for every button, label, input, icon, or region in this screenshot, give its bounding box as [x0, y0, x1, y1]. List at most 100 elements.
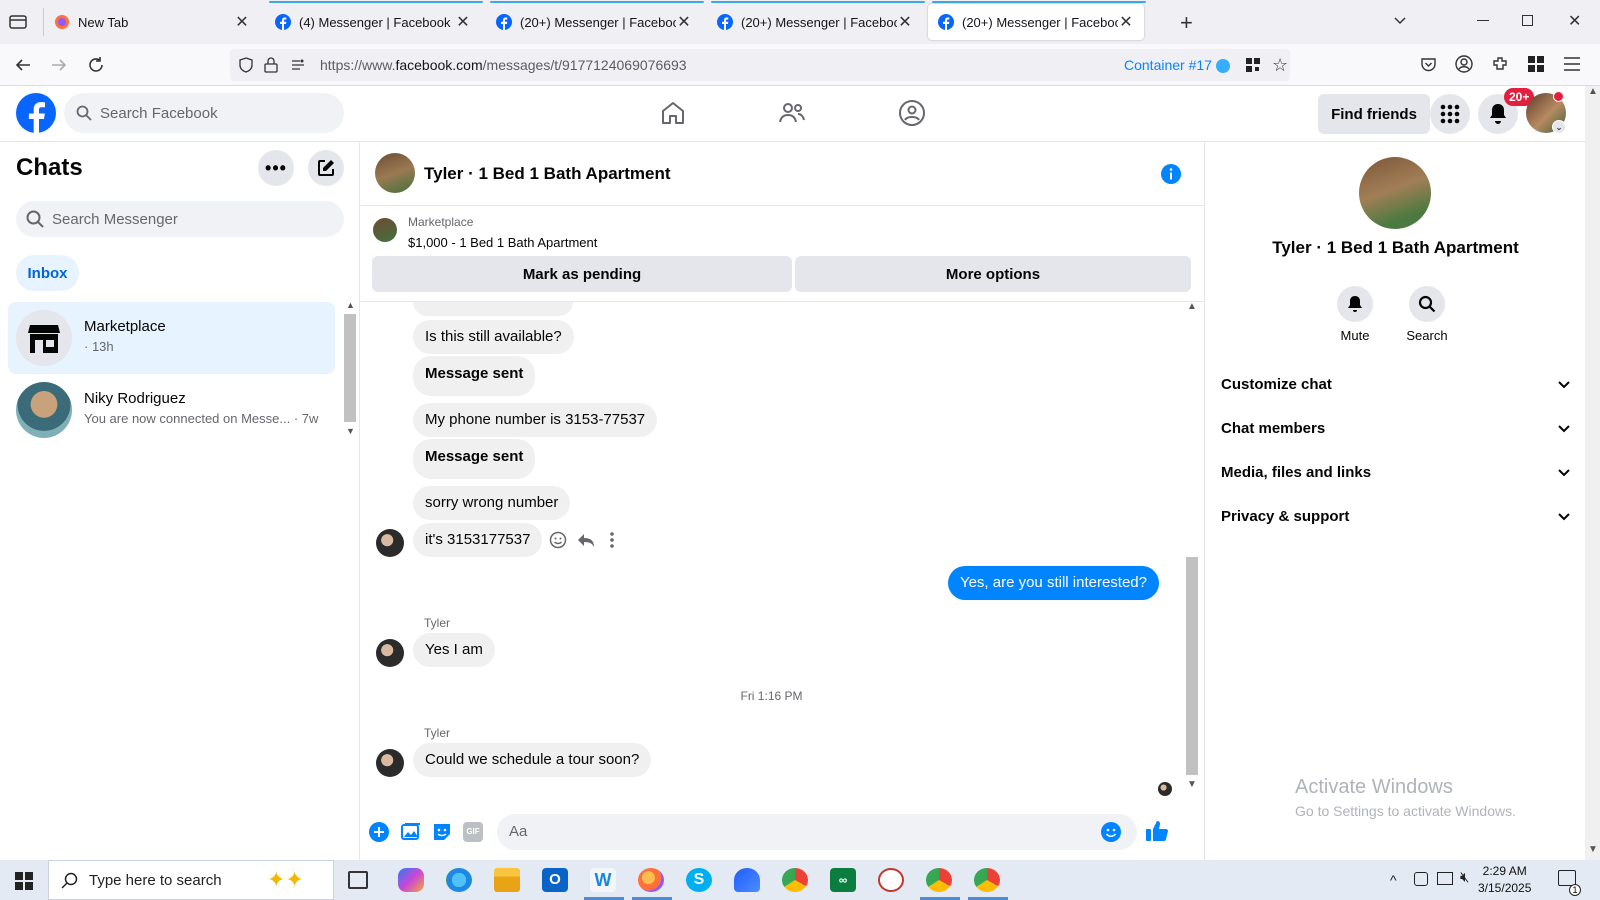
word-app-icon[interactable]: W — [590, 868, 616, 892]
chrome-profile-r-icon[interactable] — [974, 868, 1000, 892]
info-icon[interactable] — [1161, 164, 1181, 184]
pocket-icon[interactable] — [1420, 56, 1437, 73]
plus-circle-icon[interactable] — [369, 822, 389, 842]
friends-icon[interactable] — [778, 100, 806, 126]
nordvpn-icon[interactable] — [734, 868, 760, 892]
tab-messenger-active[interactable]: (20+) Messenger | Facebook ✕ — [928, 4, 1144, 40]
listing-title[interactable]: $1,000 - 1 Bed 1 Bath Apartment — [408, 235, 597, 250]
windows-start-icon[interactable] — [15, 872, 33, 890]
task-view-icon[interactable] — [348, 871, 368, 889]
minimize-icon[interactable] — [1477, 20, 1489, 21]
conversation-avatar[interactable] — [375, 153, 415, 193]
more-vertical-icon[interactable] — [609, 531, 615, 549]
message-bubble[interactable]: My phone number is 3153-77537 — [413, 403, 658, 437]
apps-grid-icon[interactable] — [1528, 56, 1544, 72]
facebook-search-input[interactable]: Search Facebook — [64, 93, 344, 133]
message-bubble[interactable]: Message sent — [413, 439, 536, 479]
inbox-tab[interactable]: Inbox — [16, 255, 79, 291]
close-icon[interactable]: ✕ — [234, 12, 250, 32]
chat-item-marketplace[interactable]: Marketplace · 13h — [8, 302, 335, 374]
section-customize-chat[interactable]: Customize chat — [1221, 362, 1571, 406]
groups-icon[interactable] — [898, 99, 926, 127]
chat-item-niky-rodriguez[interactable]: Niky Rodriguez You are now connected on … — [8, 374, 335, 446]
messenger-search-input[interactable]: Search Messenger — [16, 201, 344, 237]
close-icon[interactable]: ✕ — [897, 12, 913, 32]
lock-icon[interactable] — [264, 57, 278, 73]
conversation-large-avatar[interactable] — [1359, 157, 1431, 229]
taskbar-search-input[interactable]: Type here to search ✦✦ — [48, 860, 334, 900]
search-action[interactable]: Search — [1397, 286, 1457, 343]
reply-icon[interactable] — [577, 531, 595, 549]
tab-messenger-3[interactable]: (20+) Messenger | Facebook ✕ — [707, 4, 923, 40]
message-bubble-outgoing[interactable]: Yes, are you still interested? — [947, 566, 1159, 600]
more-options-button[interactable]: More options — [795, 256, 1191, 292]
react-emoji-icon[interactable] — [549, 531, 567, 549]
edge-icon[interactable] — [446, 868, 472, 892]
page-scrollbar[interactable]: ▲ ▼ — [1585, 86, 1600, 860]
meet-now-icon[interactable] — [1414, 872, 1428, 886]
find-friends-button[interactable]: Find friends — [1318, 94, 1430, 134]
menu-grid-button[interactable] — [1430, 94, 1470, 134]
message-input[interactable]: Aa — [497, 814, 1137, 850]
volume-muted-icon[interactable]: 🔇︎ — [1460, 869, 1469, 886]
mute-action[interactable]: Mute — [1325, 286, 1385, 343]
chrome-icon[interactable] — [782, 868, 808, 892]
show-hidden-icons-chevron-icon[interactable]: ^ — [1390, 872, 1397, 888]
outlook-icon[interactable]: O — [542, 868, 568, 892]
thumbs-up-icon[interactable] — [1145, 820, 1169, 842]
section-chat-members[interactable]: Chat members — [1221, 406, 1571, 450]
container-label[interactable]: Container #17 — [1124, 57, 1212, 73]
back-arrow-icon[interactable] — [14, 56, 32, 74]
restore-icon[interactable] — [1522, 15, 1533, 26]
new-message-button[interactable] — [308, 150, 344, 186]
tab-messenger-2[interactable]: (20+) Messenger | Facebook ✕ — [486, 4, 702, 40]
section-privacy-support[interactable]: Privacy & support — [1221, 494, 1571, 538]
message-bubble[interactable]: sorry wrong number — [413, 486, 571, 520]
system-clock[interactable]: 2:29 AM 3/15/2025 — [1478, 863, 1531, 897]
mark-as-pending-button[interactable]: Mark as pending — [372, 256, 792, 292]
firefox-icon[interactable] — [638, 868, 664, 892]
gif-icon[interactable]: GIF — [463, 822, 483, 842]
home-icon[interactable] — [660, 100, 686, 126]
account-icon[interactable] — [1455, 55, 1473, 73]
account-chevron-icon[interactable]: ⌄ — [1552, 120, 1566, 134]
tab-new-tab[interactable]: New Tab ✕ — [44, 4, 260, 40]
message-bubble[interactable]: Is this still available? — [413, 320, 574, 354]
facebook-logo-icon[interactable] — [16, 93, 56, 133]
chrome-profile-gm-icon[interactable] — [926, 868, 952, 892]
reload-icon[interactable] — [87, 56, 105, 74]
chats-scrollbar[interactable]: ▲ ▼ — [343, 300, 357, 440]
window-close-icon[interactable]: ✕ — [1568, 11, 1581, 31]
qr-icon[interactable] — [1246, 58, 1260, 72]
close-icon[interactable]: ✕ — [1118, 12, 1134, 32]
copilot-icon[interactable] — [398, 868, 424, 892]
photo-icon[interactable] — [401, 822, 421, 842]
url-field[interactable]: https://www.facebook.com/messages/t/9177… — [230, 49, 1290, 81]
shield-icon[interactable] — [238, 57, 254, 73]
permissions-icon[interactable] — [290, 57, 306, 73]
chats-options-button[interactable]: ••• — [258, 150, 294, 186]
file-explorer-icon[interactable] — [494, 868, 520, 892]
message-bubble[interactable]: it's 3153177537 — [413, 523, 543, 557]
close-icon[interactable]: ✕ — [676, 12, 692, 32]
app-oo-icon[interactable]: ∞ — [830, 868, 856, 892]
extensions-icon[interactable] — [1491, 55, 1509, 73]
message-bubble[interactable]: Yes I am — [413, 633, 495, 667]
tab-list-icon[interactable] — [8, 12, 28, 32]
sticker-icon[interactable] — [432, 822, 452, 842]
conversation-title[interactable]: Tyler · 1 Bed 1 Bath Apartment — [424, 164, 671, 184]
menu-hamburger-icon[interactable] — [1564, 57, 1580, 71]
tab-messenger-1[interactable]: (4) Messenger | Facebook ✕ — [265, 4, 481, 40]
skype-icon[interactable]: S — [686, 868, 712, 892]
listing-thumbnail[interactable] — [373, 218, 397, 242]
forward-arrow-icon[interactable] — [50, 56, 68, 74]
section-media-files-links[interactable]: Media, files and links — [1221, 450, 1571, 494]
paint-app-icon[interactable] — [878, 868, 904, 892]
network-icon[interactable] — [1437, 872, 1453, 885]
url-text[interactable]: https://www.facebook.com/messages/t/9177… — [320, 57, 687, 73]
new-tab-plus-icon[interactable]: + — [1180, 10, 1193, 36]
emoji-icon[interactable] — [1101, 822, 1121, 842]
messages-scrollbar[interactable]: ▲ ▼ — [1184, 301, 1200, 795]
close-icon[interactable]: ✕ — [455, 12, 471, 32]
message-bubble[interactable]: Message sent — [413, 356, 536, 396]
